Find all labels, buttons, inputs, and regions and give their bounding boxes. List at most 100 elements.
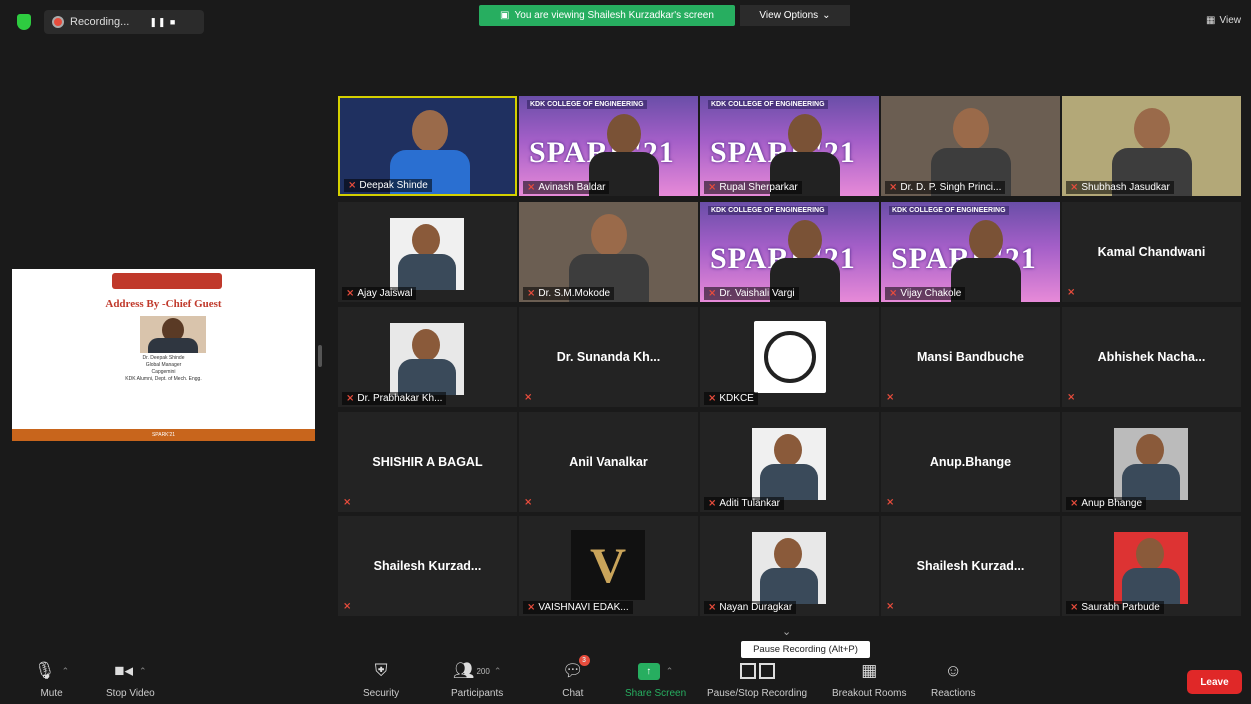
participant-tile[interactable]: Anil Vanalkar ⨯ <box>519 412 698 512</box>
reactions-icon: ☺ <box>944 661 962 680</box>
participants-count: 200 <box>476 666 490 676</box>
reactions-label: Reactions <box>931 688 976 699</box>
participant-tile[interactable]: ⨯ Saurabh Parbude <box>1062 516 1241 616</box>
video-camera-icon: ■◂ ⌃ <box>114 661 147 680</box>
recording-label: Recording... <box>70 16 130 28</box>
participant-tile[interactable]: KDK COLLEGE OF ENGINEERINGSPARK'21⨯Dr. V… <box>700 202 879 302</box>
chat-icon: 💬︎ 3 <box>562 655 590 682</box>
participant-name: Rupal Sherparkar <box>719 182 798 193</box>
pause-stop-icon <box>739 660 775 682</box>
slide-footer: SPARK'21 <box>12 429 315 441</box>
participant-tile[interactable]: ⨯ KDKCE <box>700 307 879 407</box>
chevron-down-icon: ⌄ <box>822 10 831 21</box>
v-logo: V <box>571 530 645 600</box>
participant-photo <box>390 323 464 395</box>
participant-name: VAISHNAVI EDAK... <box>538 602 629 613</box>
share-screen-label: Share Screen <box>625 688 687 699</box>
participant-tile[interactable]: KDK COLLEGE OF ENGINEERINGSPARK'21⨯Rupal… <box>700 96 879 196</box>
pause-stop-recording-button[interactable]: Pause/Stop Recording <box>707 660 807 699</box>
chief-guest-photo <box>140 316 206 353</box>
muted-mic-icon: ⨯ <box>708 602 717 613</box>
mute-button[interactable]: 🎙︎ ⌃ Mute <box>34 660 69 699</box>
participant-tile[interactable]: V ⨯ VAISHNAVI EDAK... <box>519 516 698 616</box>
poster-college: KDK COLLEGE OF ENGINEERING <box>527 100 647 109</box>
participant-photo <box>1114 428 1188 500</box>
share-screen-button[interactable]: ↑ ⌃ Share Screen <box>625 660 686 699</box>
participant-photo <box>1114 532 1188 604</box>
participants-button[interactable]: 👥︎ 200 ⌃ Participants <box>451 660 503 699</box>
splitter-handle[interactable] <box>318 345 322 367</box>
participant-tile[interactable]: Shailesh Kurzad... ⨯ <box>338 516 517 616</box>
participant-name-large: Abhishek Nacha... <box>1097 350 1206 364</box>
caption-role: Global Manager <box>145 362 182 368</box>
participant-tile[interactable]: ⨯ Ajay Jaiswal <box>338 202 517 302</box>
recording-indicator[interactable]: Recording... ❚❚ ■ <box>44 10 204 34</box>
share-banner: ▣ You are viewing Shailesh Kurzadkar's s… <box>479 5 735 26</box>
leave-button[interactable]: Leave <box>1187 670 1242 694</box>
muted-mic-icon: ⨯ <box>346 288 355 299</box>
muted-mic-icon: ⨯ <box>1067 392 1076 403</box>
participant-tile[interactable]: ⨯ Anup Bhange <box>1062 412 1241 512</box>
participant-tile[interactable]: Mansi Bandbuche ⨯ <box>881 307 1060 407</box>
participant-tile[interactable]: Abhishek Nacha... ⨯ <box>1062 307 1241 407</box>
participant-tile[interactable]: ⨯ Deepak Shinde <box>338 96 517 196</box>
muted-mic-icon: ⨯ <box>524 497 533 508</box>
shield-icon[interactable] <box>17 14 31 30</box>
participant-name: Ajay Jaiswal <box>357 288 413 299</box>
participant-name-large: Shailesh Kurzad... <box>373 559 482 573</box>
muted-mic-icon: ⨯ <box>889 288 898 299</box>
participant-tile[interactable]: Anup.Bhange ⨯ <box>881 412 1060 512</box>
chevron-down-icon[interactable]: ⌄ <box>782 625 791 638</box>
muted-mic-icon: ⨯ <box>343 497 352 508</box>
recording-controls[interactable]: ❚❚ ■ <box>149 17 176 28</box>
participant-photo <box>752 428 826 500</box>
participant-name: Avinash Baldar <box>538 182 606 193</box>
muted-mic-icon: ⨯ <box>527 182 536 193</box>
view-options-button[interactable]: View Options ⌄ <box>740 5 850 26</box>
participant-name: Dr. S.M.Mokode <box>538 288 611 299</box>
pause-recording-tooltip: Pause Recording (Alt+P) <box>741 641 870 658</box>
participant-name-large: SHISHIR A BAGAL <box>372 455 483 469</box>
participant-tile[interactable]: Dr. Sunanda Kh... ⨯ <box>519 307 698 407</box>
participant-tile[interactable]: KDK COLLEGE OF ENGINEERINGSPARK'21⨯Avina… <box>519 96 698 196</box>
participant-name: Shubhash Jasudkar <box>1081 182 1170 193</box>
participant-tile[interactable]: ⨯ Nayan Duragkar <box>700 516 879 616</box>
view-button[interactable]: ▦ View <box>1206 15 1241 26</box>
participant-name-tag: ⨯ Dr. S.M.Mokode <box>523 287 615 300</box>
participant-tile[interactable]: ⨯ Dr. S.M.Mokode <box>519 202 698 302</box>
reactions-button[interactable]: ☺ Reactions <box>931 660 975 699</box>
view-label: View <box>1219 15 1242 26</box>
participant-name-tag: ⨯ Aditi Tulankar <box>704 497 784 510</box>
participant-name-tag: ⨯ Deepak Shinde <box>344 179 432 192</box>
participant-tile[interactable]: SHISHIR A BAGAL ⨯ <box>338 412 517 512</box>
breakout-rooms-button[interactable]: ▦ Breakout Rooms <box>832 660 906 699</box>
chat-button[interactable]: 💬︎ 3 Chat <box>562 655 590 699</box>
muted-mic-icon: ⨯ <box>1070 182 1079 193</box>
participant-tile[interactable]: Kamal Chandwani ⨯ <box>1062 202 1241 302</box>
participant-photo <box>390 218 464 290</box>
caption-name: Dr. Deepak Shinde <box>142 355 185 361</box>
breakout-rooms-label: Breakout Rooms <box>832 688 907 699</box>
participant-tile[interactable]: ⨯ Aditi Tulankar <box>700 412 879 512</box>
muted-mic-icon: ⨯ <box>348 180 357 191</box>
participant-name-tag: ⨯ Nayan Duragkar <box>704 601 797 614</box>
stop-video-button[interactable]: ■◂ ⌃ Stop Video <box>106 660 155 699</box>
recording-icon <box>52 16 64 28</box>
shared-screen[interactable]: Address By -Chief Guest Dr. Deepak Shind… <box>12 269 315 441</box>
participant-name: Dr. D. P. Singh Princi... <box>900 182 1002 193</box>
participant-name: KDKCE <box>719 393 754 404</box>
participant-tile[interactable]: ⨯ Shubhash Jasudkar <box>1062 96 1241 196</box>
muted-mic-icon: ⨯ <box>346 393 355 404</box>
participant-tile[interactable]: ⨯ Dr. D. P. Singh Princi... <box>881 96 1060 196</box>
kdkce-logo <box>754 321 826 393</box>
participant-tile[interactable]: Shailesh Kurzad... ⨯ <box>881 516 1060 616</box>
participant-name-large: Kamal Chandwani <box>1097 245 1206 259</box>
security-button[interactable]: ⛨ Security <box>363 660 399 699</box>
security-label: Security <box>363 688 400 699</box>
grid-icon: ▦ <box>1206 15 1216 26</box>
participants-icon: 👥︎ 200 ⌃ <box>452 661 502 680</box>
participant-tile[interactable]: ⨯ Dr. Prabhakar Kh... <box>338 307 517 407</box>
muted-mic-icon: ⨯ <box>708 288 717 299</box>
participant-tile[interactable]: KDK COLLEGE OF ENGINEERINGSPARK'21⨯Vijay… <box>881 202 1060 302</box>
slide-title: Address By -Chief Guest <box>105 298 222 310</box>
